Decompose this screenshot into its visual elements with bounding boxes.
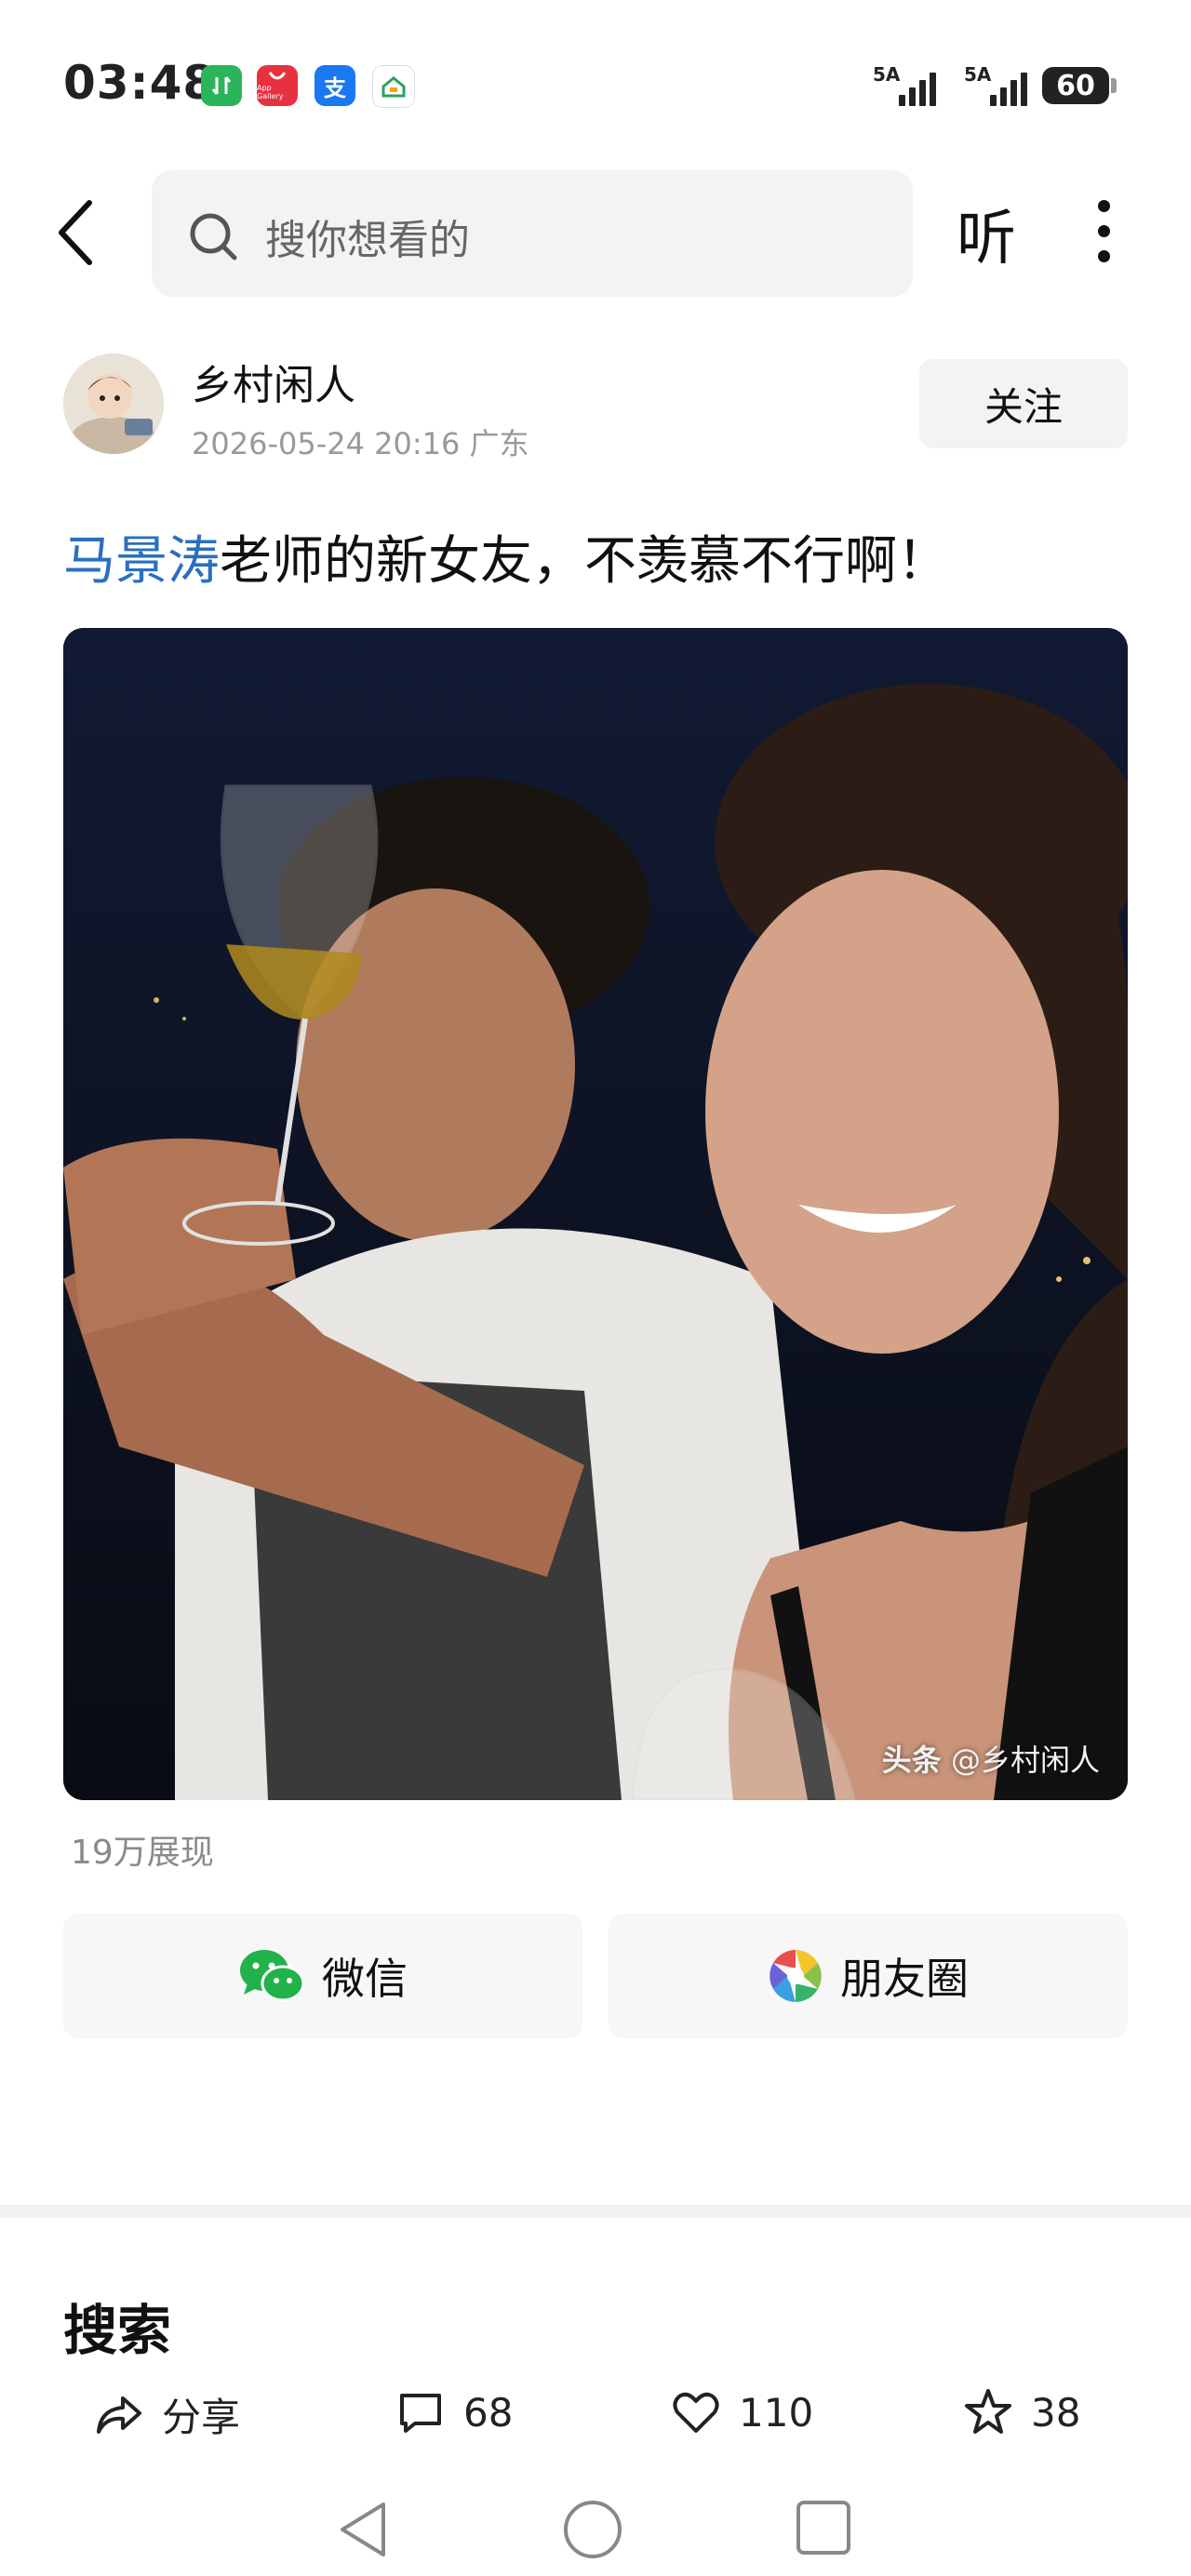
status-time: 03:48	[63, 56, 217, 110]
share-action-button[interactable]: 分享	[93, 2386, 240, 2443]
comment-button[interactable]: 68	[395, 2386, 513, 2438]
like-button[interactable]: 110	[670, 2386, 813, 2438]
battery-level: 60	[1056, 69, 1095, 102]
share-arrow-icon	[97, 2396, 141, 2434]
favorite-button[interactable]: 38	[962, 2386, 1080, 2438]
post-meta: 2026-05-24 20:16 广东	[192, 426, 529, 461]
title-keyword-link[interactable]: 马景涛	[63, 531, 220, 592]
signal-1-label: 5A	[873, 63, 901, 86]
share-moments-button[interactable]: 朋友圈	[609, 1914, 1128, 2038]
section-divider	[0, 2205, 1191, 2218]
app-gallery-text: App Gallery	[257, 84, 284, 100]
battery-icon: 60	[1042, 67, 1109, 104]
app-gallery-icon: App Gallery	[257, 65, 298, 106]
follow-button[interactable]: 关注	[919, 359, 1128, 448]
favorite-count: 38	[1031, 2389, 1081, 2436]
moments-icon	[769, 1950, 822, 2002]
watermark-user: @乡村闲人	[950, 1742, 1100, 1778]
battery-tip	[1111, 78, 1117, 93]
comment-count: 68	[463, 2389, 514, 2436]
back-button[interactable]	[52, 195, 99, 270]
moments-label: 朋友圈	[840, 1954, 969, 2004]
search-icon	[186, 209, 242, 265]
post-title: 马景涛老师的新女友，不羡慕不行啊！	[63, 519, 949, 594]
post-photo[interactable]: 头条 @乡村闲人	[63, 628, 1128, 1800]
transfer-app-icon	[201, 65, 242, 106]
search-section-title: 搜索	[63, 2299, 172, 2362]
heart-icon	[673, 2392, 719, 2433]
signal-2-icon: 5A	[964, 63, 1040, 106]
comment-icon	[400, 2394, 441, 2433]
star-icon	[965, 2389, 1011, 2434]
share-action-label: 分享	[162, 2395, 241, 2440]
nav-recents-icon[interactable]	[795, 2499, 852, 2560]
share-wechat-button[interactable]: 微信	[63, 1914, 582, 2038]
photo-watermark: 头条 @乡村闲人	[882, 1737, 1100, 1780]
nav-back-icon[interactable]	[335, 2499, 391, 2564]
like-count: 110	[739, 2389, 814, 2436]
impressions-count: 19万展现	[71, 1834, 214, 1872]
listen-button[interactable]: 听	[957, 191, 1016, 276]
wechat-icon	[240, 1950, 305, 2002]
signal-1-icon: 5A	[873, 63, 949, 106]
wechat-label: 微信	[322, 1954, 408, 2004]
author-name[interactable]: 乡村闲人	[192, 352, 355, 411]
title-text: 老师的新女友，不羡慕不行啊！	[220, 531, 949, 592]
home-app-icon	[372, 65, 415, 108]
alipay-icon: 支	[314, 65, 355, 106]
more-options-icon[interactable]	[1094, 200, 1113, 274]
watermark-brand: 头条	[881, 1742, 942, 1778]
search-placeholder: 搜你想看的	[265, 217, 470, 264]
avatar[interactable]	[63, 354, 164, 454]
nav-home-icon[interactable]	[562, 2499, 623, 2564]
signal-2-label: 5A	[964, 63, 992, 86]
